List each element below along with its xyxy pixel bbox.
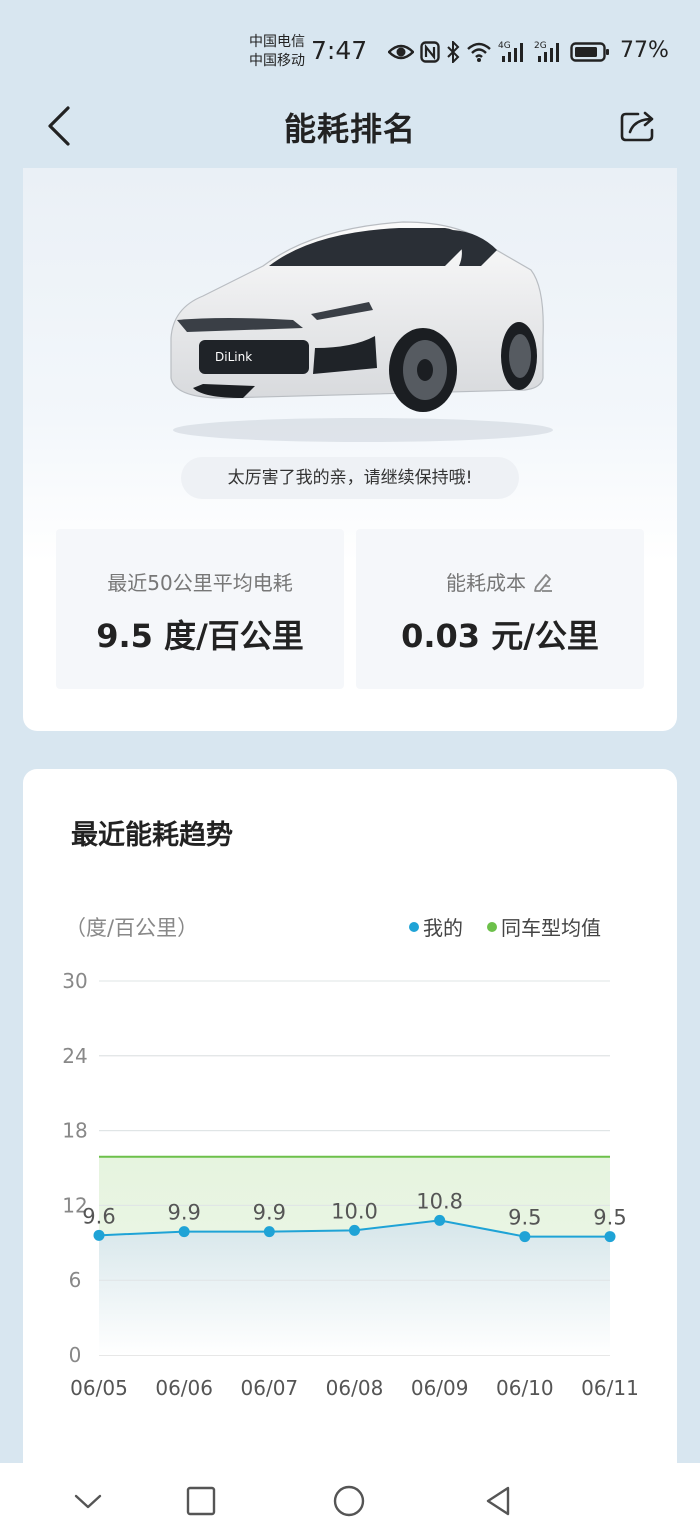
page-title: 能耗排名 <box>283 110 416 148</box>
svg-text:DiLink: DiLink <box>215 350 252 364</box>
carrier-2: 中国移动 <box>249 53 305 69</box>
svg-text:4G: 4G <box>498 41 511 51</box>
x-tick-label: 06/08 <box>326 1376 384 1400</box>
data-label: 9.9 <box>167 1201 200 1225</box>
bluetooth-icon <box>447 41 460 63</box>
x-tick-label: 06/07 <box>241 1376 299 1400</box>
status-icons: 4G 2G <box>388 38 610 66</box>
data-label: 9.5 <box>593 1206 626 1230</box>
avg-consumption-value: 9.5 度/百公里 <box>96 617 304 655</box>
y-tick-label: 6 <box>69 1268 82 1292</box>
avg-consumption-label: 最近50公里平均电耗 <box>107 571 293 595</box>
nav-recents-button[interactable] <box>183 1483 219 1519</box>
nav-back-button[interactable] <box>480 1483 516 1519</box>
energy-cost-label: 能耗成本 <box>446 571 526 595</box>
status-bar: 中国电信 中国移动 7:47 4G 2G 77% <box>0 0 700 100</box>
battery-percent: 77% <box>620 38 669 63</box>
y-tick-label: 30 <box>62 969 87 993</box>
x-tick-label: 06/10 <box>496 1376 554 1400</box>
nfc-icon <box>420 41 440 63</box>
y-tick-label: 18 <box>62 1119 87 1143</box>
chevron-down-icon <box>74 1494 102 1509</box>
y-tick-label: 0 <box>69 1343 82 1367</box>
y-tick-label: 24 <box>62 1044 87 1068</box>
energy-cost-value: 0.03 元/公里 <box>401 617 599 655</box>
data-point <box>263 1226 275 1238</box>
x-tick-label: 06/09 <box>411 1376 469 1400</box>
carrier-names: 中国电信 中国移动 <box>249 33 305 71</box>
square-icon <box>186 1486 216 1516</box>
x-tick-label: 06/06 <box>155 1376 213 1400</box>
wifi-icon <box>467 42 491 62</box>
clock: 7:47 <box>311 36 368 65</box>
eye-icon <box>388 44 414 60</box>
battery-icon <box>570 42 609 62</box>
nav-hide-button[interactable] <box>70 1483 106 1519</box>
energy-cost-header: 能耗成本 <box>356 567 644 596</box>
data-point <box>604 1231 616 1243</box>
data-label: 10.0 <box>331 1199 378 1223</box>
share-button[interactable] <box>616 106 660 146</box>
x-tick-label: 06/11 <box>581 1376 639 1400</box>
data-label: 9.9 <box>253 1201 286 1225</box>
data-label: 10.8 <box>416 1189 463 1213</box>
signal-4g-icon: 4G <box>498 41 523 62</box>
data-label: 9.6 <box>82 1204 115 1228</box>
data-point <box>93 1229 105 1241</box>
x-tick-label: 06/05 <box>70 1376 128 1400</box>
trend-card: 最近能耗趋势 （度/百公里） 我的 同车型均值 0 6 12 18 24 30 9.6 9.9… <box>23 769 677 1489</box>
share-icon <box>620 111 654 142</box>
avg-consumption-box: 最近50公里平均电耗 9.5 度/百公里 <box>56 529 344 689</box>
summary-card: DiLink 太厉害了我的亲，请继续保持哦! 最近50公里平均电耗 9.5 度/… <box>23 168 677 731</box>
edit-icon[interactable] <box>532 571 554 593</box>
mine-area <box>99 1220 610 1355</box>
svg-text:2G: 2G <box>534 41 547 51</box>
nav-home-button[interactable] <box>331 1483 367 1519</box>
data-point <box>434 1214 446 1226</box>
encourage-message: 太厉害了我的亲，请继续保持哦! <box>181 457 519 499</box>
triangle-back-icon <box>486 1486 510 1516</box>
carrier-1: 中国电信 <box>249 34 305 50</box>
trend-chart: 06121824309.6 9.9 9.9 10.0 10.89.5 9.506/05 06… <box>62 969 639 1400</box>
signal-2g-icon: 2G <box>534 41 559 62</box>
data-point <box>349 1224 360 1236</box>
data-point <box>178 1226 190 1238</box>
data-label: 9.5 <box>508 1206 541 1230</box>
circle-icon <box>333 1485 365 1517</box>
system-nav-bar <box>0 1463 700 1540</box>
car-image: DiLink <box>170 221 553 442</box>
data-point <box>519 1231 531 1243</box>
energy-cost-box[interactable]: 能耗成本 0.03 元/公里 <box>356 529 644 689</box>
